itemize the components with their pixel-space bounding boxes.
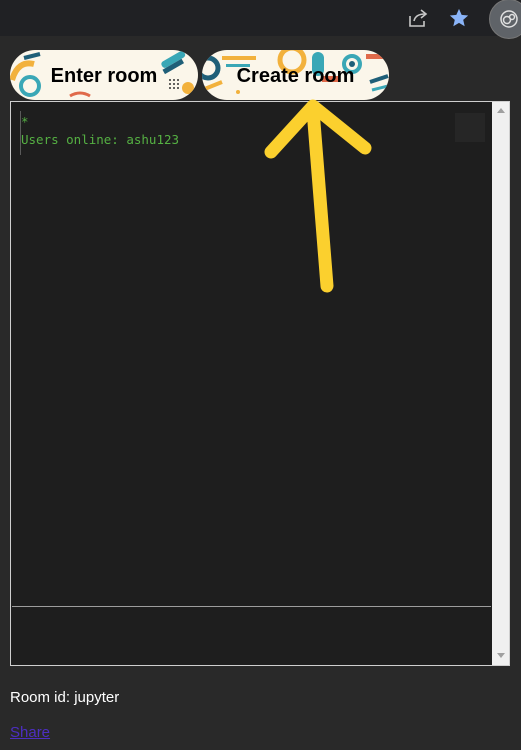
extension-icon[interactable] <box>489 0 521 39</box>
chat-line: Users online: ashu123 <box>21 132 180 147</box>
enter-room-label: Enter room <box>50 64 158 87</box>
chat-textarea[interactable]: * Users online: ashu123 <box>10 101 492 666</box>
room-id-text: Room id: jupyter <box>10 689 120 706</box>
enter-room-button[interactable]: Enter room <box>10 50 198 100</box>
annotation-arrow-icon <box>264 99 372 293</box>
star-icon[interactable] <box>445 5 473 31</box>
share-link[interactable]: Share <box>10 724 50 741</box>
share-icon[interactable] <box>405 6 431 30</box>
scroll-up-arrow-icon[interactable] <box>497 108 505 113</box>
minimap-block <box>455 113 485 142</box>
chat-line: * <box>21 114 29 129</box>
chat-messages: * Users online: ashu123 <box>12 103 491 607</box>
scroll-down-arrow-icon[interactable] <box>497 653 505 658</box>
scrollbar[interactable] <box>492 101 510 666</box>
browser-toolbar <box>0 0 521 39</box>
